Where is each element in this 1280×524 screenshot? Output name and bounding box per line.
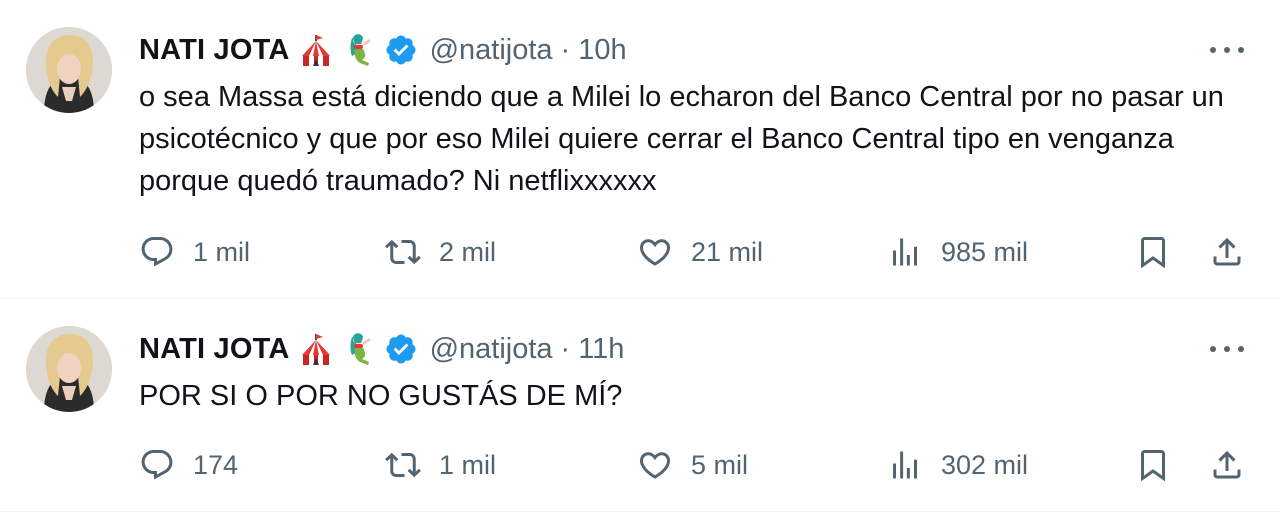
retweet-button[interactable]: 1 mil <box>385 445 496 485</box>
tweet-text: POR SI O POR NO GUSTÁS DE MÍ? <box>139 380 623 412</box>
reply-button[interactable]: 174 <box>139 445 238 485</box>
author-handle[interactable]: @natijota <box>430 34 553 67</box>
retweet-icon <box>385 239 421 265</box>
more-dot-icon <box>1238 346 1244 352</box>
views-button[interactable]: 302 mil <box>887 445 1028 485</box>
reply-icon <box>141 450 173 480</box>
more-options-button[interactable] <box>1210 38 1244 62</box>
bookmark-button[interactable] <box>1135 445 1171 485</box>
more-dot-icon <box>1210 47 1216 53</box>
views-icon <box>893 451 917 479</box>
retweet-count: 1 mil <box>439 449 497 480</box>
tweet[interactable]: NATI JOTA <box>0 0 1280 299</box>
retweet-count: 2 mil <box>439 236 497 267</box>
author-name[interactable]: NATI JOTA <box>139 333 290 366</box>
more-dot-icon <box>1238 47 1244 53</box>
circus-tent-icon <box>298 331 334 367</box>
avatar[interactable] <box>26 27 112 113</box>
like-button[interactable]: 5 mil <box>637 445 748 485</box>
bookmark-icon <box>1141 237 1165 269</box>
retweet-button[interactable]: 2 mil <box>385 232 496 272</box>
more-dot-icon <box>1210 346 1216 352</box>
tweet[interactable]: NATI JOTA <box>0 299 1280 512</box>
reply-icon <box>141 237 173 267</box>
avatar[interactable] <box>26 326 112 412</box>
more-dot-icon <box>1224 47 1230 53</box>
like-count: 21 mil <box>691 236 764 267</box>
tweet-timestamp[interactable]: 10h <box>578 34 626 67</box>
separator-dot: · <box>560 332 571 365</box>
share-button[interactable] <box>1209 232 1245 272</box>
mermaid-icon <box>342 331 378 367</box>
share-icon <box>1213 237 1241 266</box>
author-handle[interactable]: @natijota <box>430 333 553 366</box>
share-icon <box>1213 450 1241 479</box>
bookmark-icon <box>1141 450 1165 482</box>
tweet-header: NATI JOTA <box>139 327 624 371</box>
verified-badge-icon[interactable] <box>384 33 418 67</box>
heart-icon <box>639 239 671 266</box>
bookmark-button[interactable] <box>1135 232 1171 272</box>
views-button[interactable]: 985 mil <box>887 232 1028 272</box>
mermaid-icon <box>342 32 378 68</box>
more-options-button[interactable] <box>1210 337 1244 361</box>
tweet-header: NATI JOTA <box>139 28 627 72</box>
tweet-text: o sea Massa está diciendo que a Milei lo… <box>139 81 1224 197</box>
tweet-actions: 1 mil 2 mil 21 mil 985 mil <box>139 232 1280 272</box>
verified-badge-icon[interactable] <box>384 332 418 366</box>
reply-count: 174 <box>193 449 239 480</box>
views-count: 302 mil <box>941 449 1029 480</box>
circus-tent-icon <box>298 32 334 68</box>
tweet-timestamp[interactable]: 11h <box>578 333 624 366</box>
like-count: 5 mil <box>691 449 749 480</box>
views-icon <box>893 238 917 266</box>
retweet-icon <box>385 452 421 478</box>
reply-count: 1 mil <box>193 236 251 267</box>
author-name[interactable]: NATI JOTA <box>139 34 290 67</box>
heart-icon <box>639 452 671 479</box>
separator-dot: · <box>560 33 571 66</box>
tweet-actions: 174 1 mil 5 mil 302 mil <box>139 445 1280 485</box>
views-count: 985 mil <box>941 236 1029 267</box>
share-button[interactable] <box>1209 445 1245 485</box>
like-button[interactable]: 21 mil <box>637 232 763 272</box>
reply-button[interactable]: 1 mil <box>139 232 250 272</box>
more-dot-icon <box>1224 346 1230 352</box>
